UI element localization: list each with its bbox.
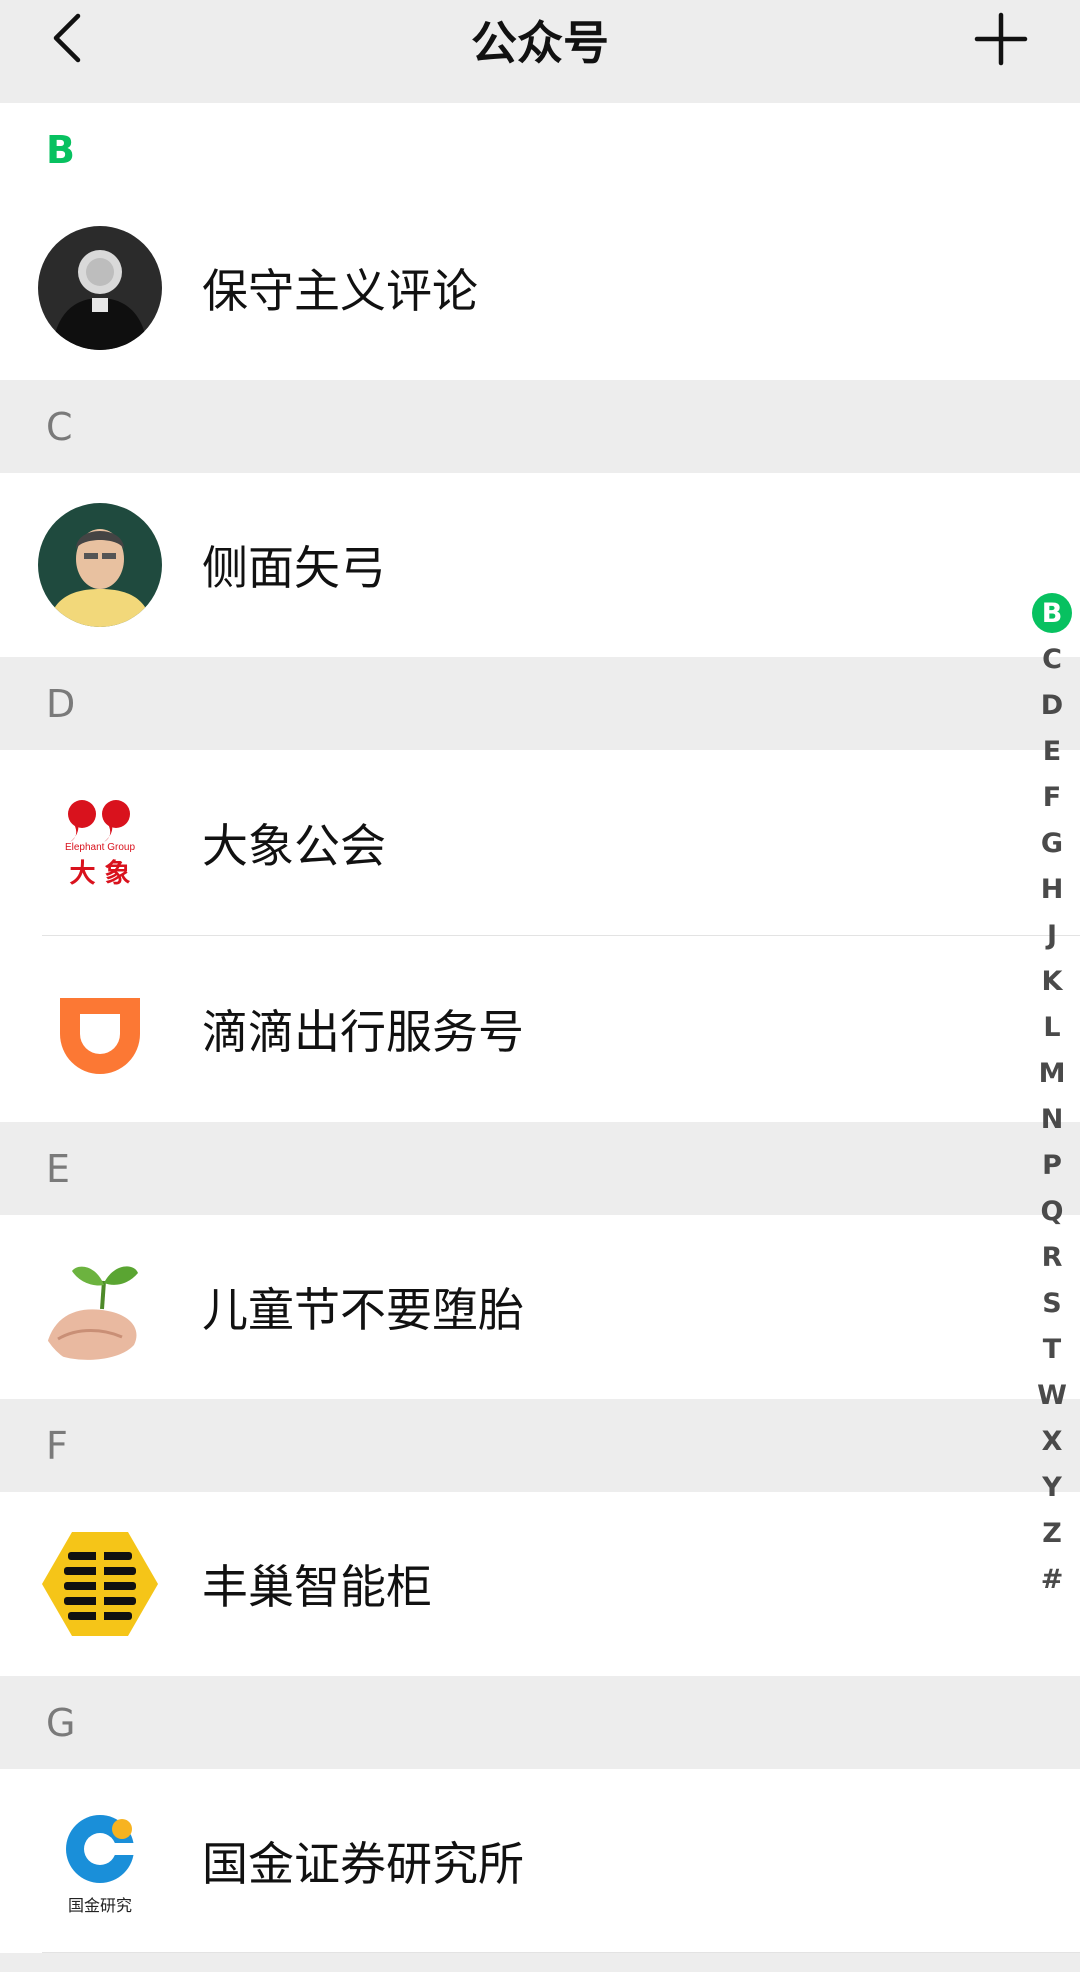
row-divider — [42, 1952, 1080, 1953]
account-name: 儿童节不要堕胎 — [202, 1283, 524, 1337]
svg-text:大 象: 大 象 — [69, 858, 130, 889]
index-letter[interactable]: P — [1024, 1142, 1080, 1188]
section-letter: B — [46, 127, 75, 172]
add-button[interactable] — [966, 8, 1036, 74]
index-letter[interactable]: Q — [1024, 1188, 1080, 1234]
index-letter[interactable]: E — [1024, 728, 1080, 774]
section-header-f: F — [0, 1399, 1080, 1492]
account-row[interactable]: Elephant Group 大 象 大象公会 — [0, 750, 1080, 936]
fengchao-logo-icon — [38, 1522, 162, 1646]
account-row[interactable]: 侧面矢弓 — [0, 473, 1080, 657]
portrait-avatar — [38, 503, 162, 627]
section-letter: C — [46, 404, 73, 449]
index-letter[interactable]: Z — [1024, 1510, 1080, 1556]
section-header-g: G — [0, 1676, 1080, 1769]
index-letter[interactable]: H — [1024, 866, 1080, 912]
index-letter[interactable]: K — [1024, 958, 1080, 1004]
index-letter[interactable]: G — [1024, 820, 1080, 866]
account-name: 滴滴出行服务号 — [202, 1005, 524, 1059]
section-header-d: D — [0, 657, 1080, 750]
index-letter[interactable]: # — [1024, 1556, 1080, 1602]
section-header-b: B — [0, 103, 1080, 196]
account-row[interactable]: 保守主义评论 — [0, 196, 1080, 380]
svg-text:国金研究: 国金研究 — [68, 1896, 132, 1915]
index-letter[interactable]: T — [1024, 1326, 1080, 1372]
index-letter[interactable]: X — [1024, 1418, 1080, 1464]
account-name: 大象公会 — [202, 819, 386, 873]
account-name: 侧面矢弓 — [202, 541, 386, 595]
index-letter[interactable]: F — [1024, 774, 1080, 820]
elephant-group-logo-icon: Elephant Group 大 象 — [38, 780, 162, 904]
section-letter: G — [46, 1700, 76, 1745]
account-row[interactable]: 国金研究 国金证券研究所 — [0, 1769, 1080, 1953]
index-letter[interactable]: R — [1024, 1234, 1080, 1280]
account-row[interactable]: 丰巢智能柜 — [0, 1492, 1080, 1676]
index-letter[interactable]: S — [1024, 1280, 1080, 1326]
alphabet-index-bar[interactable]: B C D E F G H J K L M N P Q R S T W X Y Z # — [1024, 590, 1080, 1602]
portrait-avatar — [38, 226, 162, 350]
index-letter[interactable]: N — [1024, 1096, 1080, 1142]
section-header-c: C — [0, 380, 1080, 473]
index-letter[interactable]: L — [1024, 1004, 1080, 1050]
section-letter: E — [46, 1146, 71, 1191]
guojin-logo-icon: 国金研究 — [38, 1799, 162, 1923]
account-row[interactable]: 滴滴出行服务号 — [0, 936, 1080, 1122]
index-letter[interactable]: J — [1024, 912, 1080, 958]
index-letter[interactable]: D — [1024, 682, 1080, 728]
index-letter[interactable]: Y — [1024, 1464, 1080, 1510]
account-list: B 保守主义评论 C 侧面矢弓 D Elephant Group 大 象 大象公… — [0, 103, 1080, 1953]
section-letter: D — [46, 681, 76, 726]
section-letter: F — [46, 1423, 68, 1468]
account-row[interactable]: 儿童节不要堕胎 — [0, 1215, 1080, 1399]
page-title: 公众号 — [471, 16, 609, 70]
index-letter[interactable]: C — [1024, 636, 1080, 682]
section-header-e: E — [0, 1122, 1080, 1215]
svg-text:Elephant Group: Elephant Group — [65, 842, 135, 853]
account-name: 丰巢智能柜 — [202, 1560, 432, 1614]
account-name: 国金证券研究所 — [202, 1837, 524, 1891]
account-name: 保守主义评论 — [202, 264, 478, 318]
didi-logo-icon — [38, 966, 162, 1090]
sprout-hand-avatar — [38, 1245, 162, 1369]
index-letter[interactable]: M — [1024, 1050, 1080, 1096]
nav-bar: 公众号 — [0, 0, 1080, 103]
index-letter[interactable]: B — [1024, 590, 1080, 636]
index-letter[interactable]: W — [1024, 1372, 1080, 1418]
plus-icon — [974, 12, 1028, 70]
chevron-left-icon — [48, 10, 88, 70]
back-button[interactable] — [40, 8, 96, 72]
